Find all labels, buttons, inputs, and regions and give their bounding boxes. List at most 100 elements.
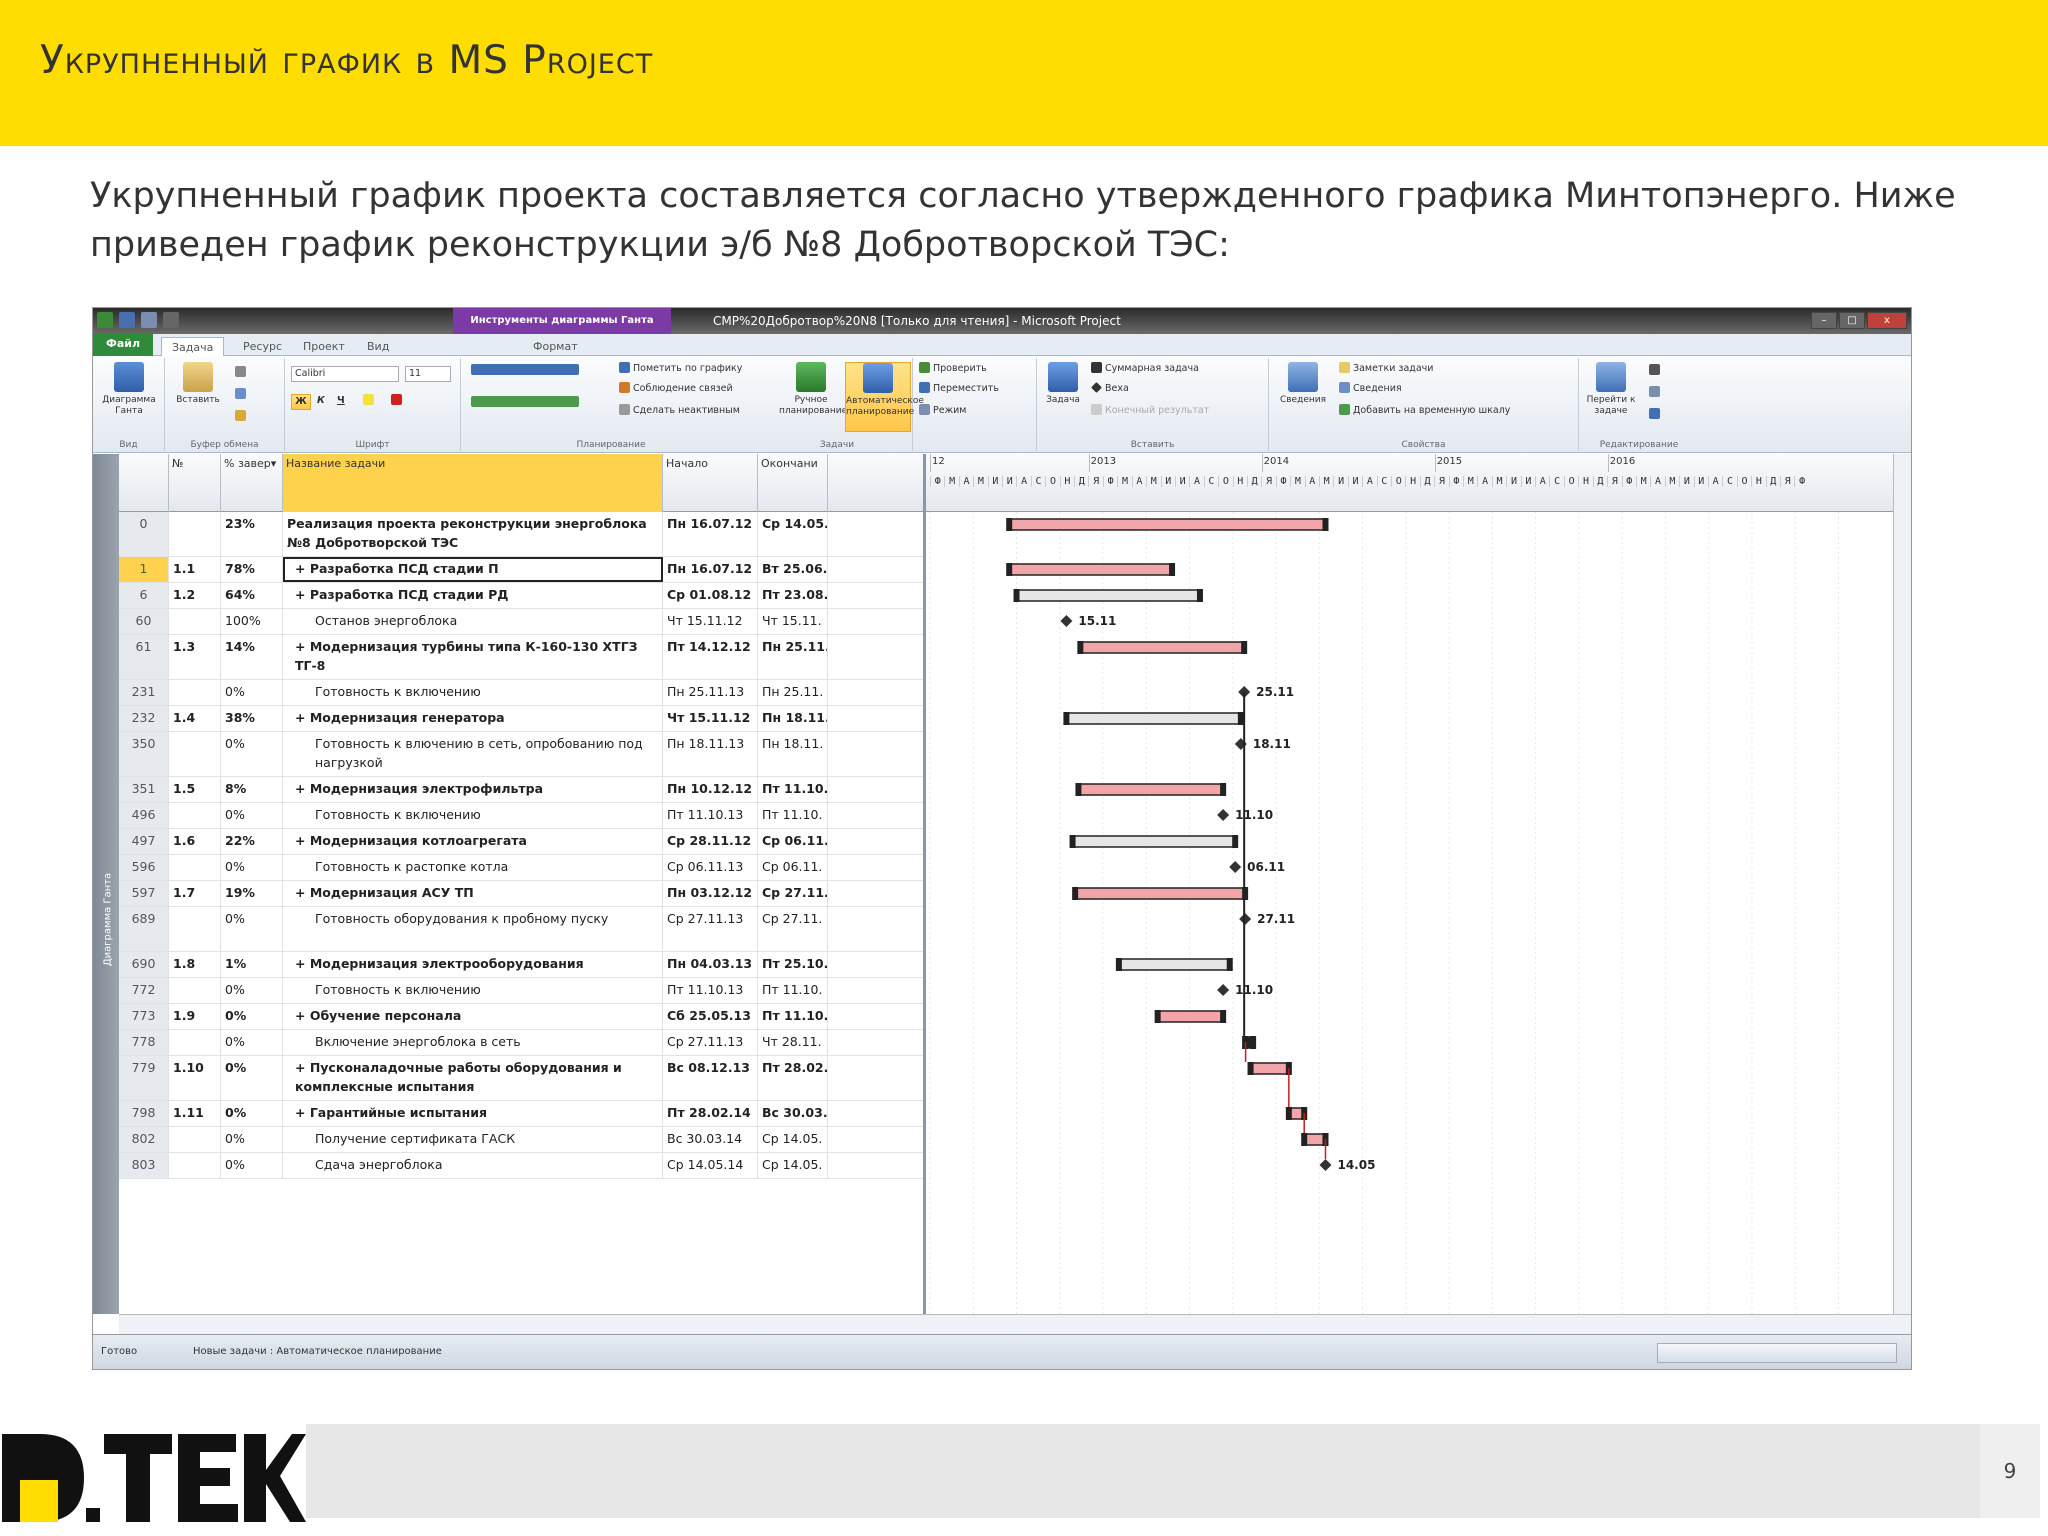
percent-complete-cell[interactable]: 0% xyxy=(221,1056,283,1100)
finish-date-cell[interactable]: Пн 18.11. xyxy=(758,706,828,731)
inactivate-button[interactable]: Сделать неактивным xyxy=(619,404,740,418)
deliverable-button[interactable]: Конечный результат xyxy=(1091,404,1209,418)
gantt-chart-button[interactable]: Диаграмма Ганта xyxy=(97,362,161,417)
finish-date-cell[interactable]: Пт 11.10. xyxy=(758,803,828,828)
wbs-cell[interactable]: 1.4 xyxy=(169,706,221,731)
finish-date-cell[interactable]: Пт 11.10. xyxy=(758,777,828,802)
gantt-bar[interactable] xyxy=(1077,783,1224,796)
font-name-select[interactable]: Calibri xyxy=(291,366,399,382)
col-name-header[interactable]: Название задачи xyxy=(283,454,663,512)
start-date-cell[interactable]: Пт 11.10.13 xyxy=(663,978,758,1003)
finish-date-cell[interactable]: Ср 14.05. xyxy=(758,1153,828,1178)
task-name-cell[interactable]: Готовность к включению xyxy=(283,803,663,828)
font-color-icon[interactable] xyxy=(391,394,405,408)
percent-complete-cell[interactable]: 0% xyxy=(221,732,283,776)
milestone-marker[interactable] xyxy=(1229,861,1242,873)
underline-button[interactable]: Ч xyxy=(337,394,345,408)
start-date-cell[interactable]: Пт 28.02.14 xyxy=(663,1101,758,1126)
table-row[interactable]: 596 0% Готовность к растопке котла Ср 06.11… xyxy=(119,855,923,881)
percent-complete-cell[interactable]: 0% xyxy=(221,1030,283,1055)
wbs-cell[interactable] xyxy=(169,978,221,1003)
tab-format[interactable]: Формат xyxy=(523,337,588,356)
milestone-marker[interactable] xyxy=(1060,615,1073,627)
italic-button[interactable]: К xyxy=(317,394,325,408)
tab-task[interactable]: Задача xyxy=(161,337,225,356)
wbs-cell[interactable] xyxy=(169,803,221,828)
task-id-cell[interactable]: 773 xyxy=(119,1004,169,1029)
task-id-cell[interactable]: 1 xyxy=(119,557,169,582)
highlight-color-icon[interactable] xyxy=(363,394,377,408)
task-id-cell[interactable]: 6 xyxy=(119,583,169,608)
task-name-cell[interactable]: Реализация проекта реконструкции энергоб… xyxy=(283,512,663,556)
start-date-cell[interactable]: Пн 16.07.12 xyxy=(663,557,758,582)
task-id-cell[interactable]: 778 xyxy=(119,1030,169,1055)
percent-complete-cell[interactable]: 0% xyxy=(221,1101,283,1126)
task-name-cell[interactable]: Получение сертификата ГАСК xyxy=(283,1127,663,1152)
table-row[interactable]: 779 1.10 0% + Пусконаладочные работы оборуд… xyxy=(119,1056,923,1101)
tab-file[interactable]: Файл xyxy=(93,334,153,356)
goto-task-button[interactable]: Перейти к задаче xyxy=(1583,362,1639,417)
wbs-cell[interactable] xyxy=(169,907,221,951)
table-row[interactable]: 0 23% Реализация проекта реконструкции эне… xyxy=(119,512,923,557)
task-id-cell[interactable]: 232 xyxy=(119,706,169,731)
start-date-cell[interactable]: Пн 10.12.12 xyxy=(663,777,758,802)
wbs-cell[interactable] xyxy=(169,512,221,556)
wbs-cell[interactable]: 1.5 xyxy=(169,777,221,802)
col-id-header[interactable] xyxy=(119,454,169,512)
finish-date-cell[interactable]: Чт 15.11. xyxy=(758,609,828,634)
finish-date-cell[interactable]: Пт 11.10. xyxy=(758,1004,828,1029)
gantt-bar[interactable] xyxy=(1074,887,1246,900)
information-button[interactable]: Сведения xyxy=(1273,362,1333,406)
wbs-cell[interactable]: 1.8 xyxy=(169,952,221,977)
bold-button[interactable]: Ж xyxy=(291,394,311,410)
percent-complete-cell[interactable]: 0% xyxy=(221,907,283,951)
col-percent-header[interactable]: % завер▾ xyxy=(221,454,283,512)
inspect-button[interactable]: Проверить xyxy=(919,362,987,376)
tab-project[interactable]: Проект xyxy=(293,337,355,356)
col-finish-header[interactable]: Окончани xyxy=(758,454,828,512)
start-date-cell[interactable]: Чт 15.11.12 xyxy=(663,609,758,634)
cut-icon[interactable] xyxy=(235,366,249,380)
wbs-cell[interactable] xyxy=(169,680,221,705)
table-row[interactable]: 690 1.8 1% + Модернизация электрооборудован… xyxy=(119,952,923,978)
milestone-marker[interactable] xyxy=(1217,809,1230,821)
task-name-cell[interactable]: Готовность к растопке котла xyxy=(283,855,663,880)
task-id-cell[interactable]: 802 xyxy=(119,1127,169,1152)
percent-complete-cell[interactable]: 0% xyxy=(221,803,283,828)
table-row[interactable]: 6 1.2 64% + Разработка ПСД стадии РД Ср 01.0… xyxy=(119,583,923,609)
gantt-bar[interactable] xyxy=(1249,1062,1290,1075)
finish-date-cell[interactable]: Пт 25.10. xyxy=(758,952,828,977)
copy-icon[interactable] xyxy=(235,388,249,402)
percent-complete-cell[interactable]: 0% xyxy=(221,1004,283,1029)
fill-icon[interactable] xyxy=(1649,408,1663,422)
start-date-cell[interactable]: Пн 03.12.12 xyxy=(663,881,758,906)
wbs-cell[interactable]: 1.10 xyxy=(169,1056,221,1100)
task-id-cell[interactable]: 596 xyxy=(119,855,169,880)
wbs-cell[interactable] xyxy=(169,1127,221,1152)
tab-view[interactable]: Вид xyxy=(357,337,399,356)
task-id-cell[interactable]: 597 xyxy=(119,881,169,906)
gantt-bar[interactable] xyxy=(1118,958,1231,971)
maximize-button[interactable]: □ xyxy=(1839,312,1865,329)
details-button[interactable]: Сведения xyxy=(1339,382,1402,396)
gantt-bar[interactable] xyxy=(1065,712,1242,725)
table-row[interactable]: 61 1.3 14% + Модернизация турбины типа К-16… xyxy=(119,635,923,680)
start-date-cell[interactable]: Пн 04.03.13 xyxy=(663,952,758,977)
wbs-cell[interactable]: 1.6 xyxy=(169,829,221,854)
horizontal-scrollbar[interactable] xyxy=(119,1314,1911,1334)
clear-icon[interactable] xyxy=(1649,386,1663,400)
percent-complete-icons[interactable] xyxy=(471,364,582,378)
percent-complete-cell[interactable]: 19% xyxy=(221,881,283,906)
task-id-cell[interactable]: 231 xyxy=(119,680,169,705)
percent-complete-cell[interactable]: 38% xyxy=(221,706,283,731)
gantt-bar[interactable] xyxy=(1079,641,1245,654)
start-date-cell[interactable]: Пн 18.11.13 xyxy=(663,732,758,776)
task-name-cell[interactable]: Готовность к включению xyxy=(283,978,663,1003)
task-id-cell[interactable]: 772 xyxy=(119,978,169,1003)
task-name-cell[interactable]: + Гарантийные испытания xyxy=(283,1101,663,1126)
milestone-marker[interactable] xyxy=(1217,984,1230,996)
minimize-button[interactable]: – xyxy=(1811,312,1837,329)
gantt-bar[interactable] xyxy=(1015,589,1201,602)
start-date-cell[interactable]: Пт 14.12.12 xyxy=(663,635,758,679)
auto-schedule-button[interactable]: Автоматическое планирование xyxy=(845,362,924,432)
